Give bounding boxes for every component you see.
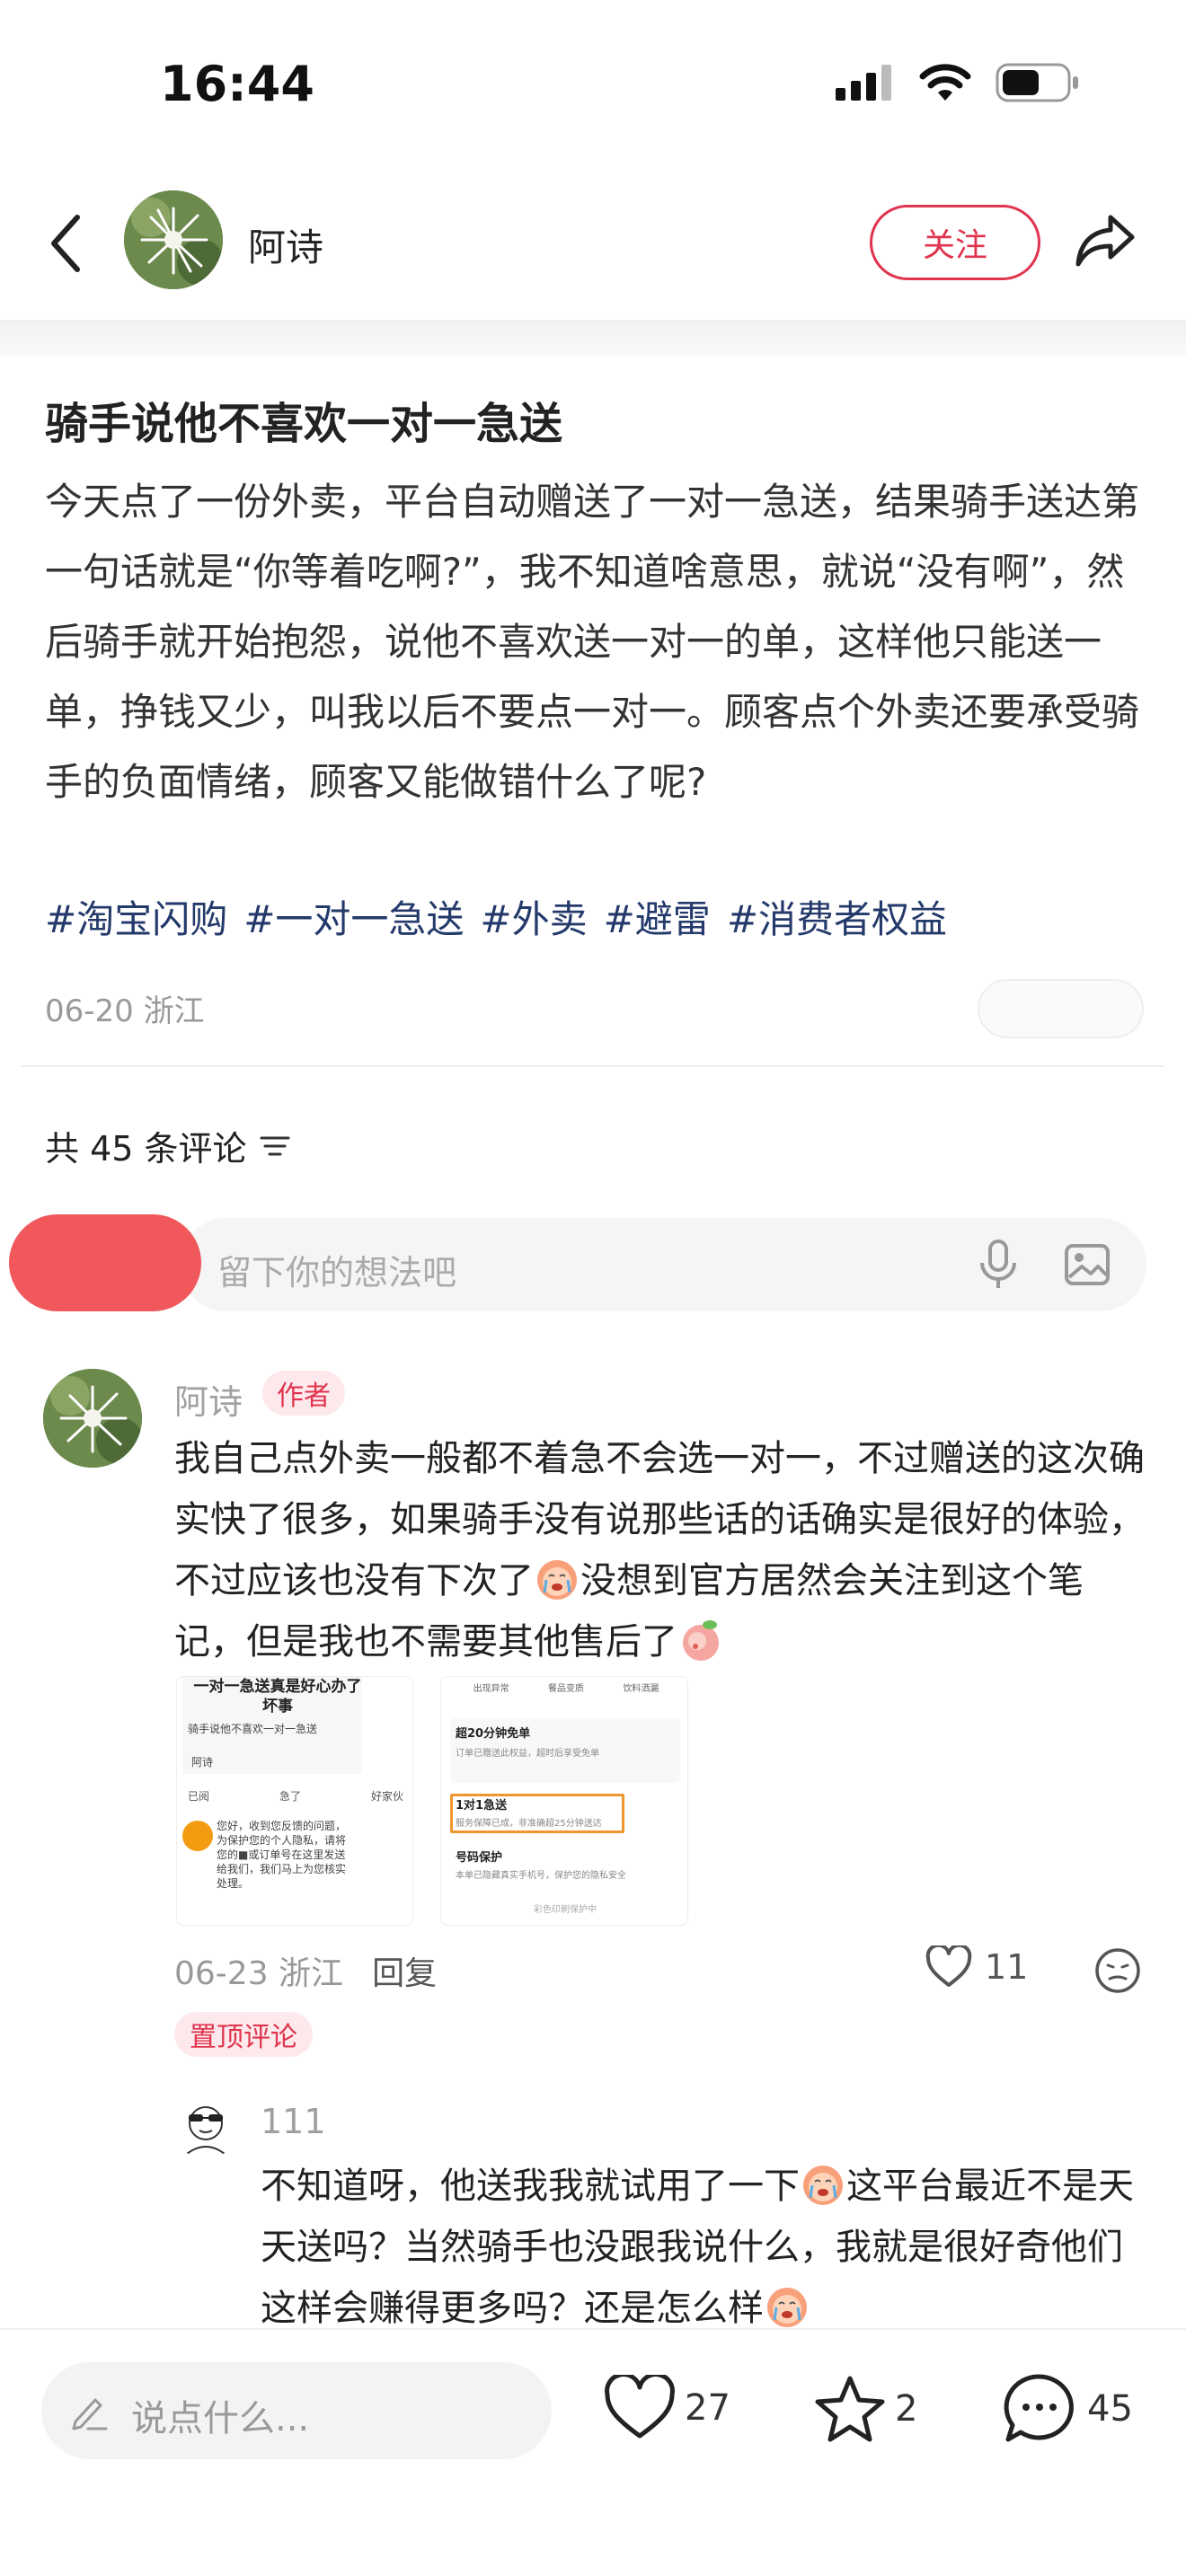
post-like-button[interactable]: 27 — [604, 2375, 730, 2441]
comment-like-count: 11 — [985, 1947, 1029, 1987]
post-comment-count: 45 — [1087, 2388, 1133, 2430]
author-name[interactable]: 阿诗 — [248, 217, 323, 272]
thumb-reaction: 已阅 — [188, 1790, 210, 1803]
section-divider — [22, 1065, 1164, 1067]
thumb-service-avatar — [182, 1821, 213, 1851]
post-favorite-button[interactable]: 2 — [814, 2375, 917, 2443]
pen-icon — [72, 2398, 108, 2430]
comment-bubble-icon — [1004, 2374, 1074, 2442]
thumb-tab: 出现异常 — [473, 1684, 509, 1694]
microphone-icon[interactable] — [978, 1239, 1019, 1290]
thumb-row-title: 号码保护 — [456, 1851, 503, 1865]
share-icon[interactable] — [1075, 212, 1137, 268]
thumb-tab: 饮料洒漏 — [623, 1684, 659, 1694]
follow-button[interactable]: 关注 — [870, 205, 1040, 280]
reply-button[interactable]: 回复 — [372, 1947, 437, 1994]
comment-input-placeholder: 留下你的想法吧 — [217, 1253, 457, 1292]
author-badge: 作者 — [262, 1371, 345, 1416]
commenter-name[interactable]: 阿诗 — [174, 1374, 243, 1424]
thumb-row-title: 超20分钟免单 — [456, 1727, 531, 1741]
post-comment-button[interactable]: 45 — [1003, 2373, 1133, 2445]
post-date-location: 06-20 浙江 — [45, 993, 205, 1029]
comment-count-label: 共 45 条评论 — [45, 1129, 247, 1169]
battery-icon — [996, 63, 1078, 102]
comment-like-button[interactable]: 11 — [925, 1945, 1028, 1989]
heart-icon — [925, 1945, 972, 1987]
tag-link[interactable]: #淘宝闪购 — [45, 889, 227, 944]
comment-count[interactable]: 共 45 条评论 — [45, 1121, 290, 1170]
reply-text-part: 不知道呀，他送我我就试用了一下 — [261, 2166, 800, 2207]
header-divider — [0, 320, 1186, 356]
status-time: 16:44 — [160, 56, 314, 112]
pinned-comment-tag: 置顶评论 — [174, 2012, 313, 2057]
thumb-reaction: 急了 — [279, 1790, 301, 1803]
thumb-footer: 彩色印刷保护中 — [534, 1905, 597, 1915]
tag-link[interactable]: #避雷 — [604, 889, 711, 944]
post-favorite-count: 2 — [895, 2388, 918, 2430]
heart-icon — [605, 2375, 675, 2439]
thumb-tab: 餐品变质 — [547, 1684, 584, 1694]
back-icon[interactable] — [47, 212, 83, 275]
thumb-user: 阿诗 — [191, 1756, 214, 1769]
redacted-avatar — [9, 1214, 201, 1311]
tag-link[interactable]: #消费者权益 — [727, 889, 947, 944]
post-body: 今天点了一份外卖，平台自动赠送了一对一急送，结果骑手送达第一句话就是“你等着吃啊… — [45, 480, 1140, 804]
thumb-row-sub: 服务保障已成，非准确超25分钟送达 — [456, 1819, 602, 1829]
comment-date-location: 06-23 浙江 — [174, 1955, 344, 1992]
thumb-subtitle: 骑手说他不喜欢一对一急送 — [188, 1723, 318, 1735]
image-icon[interactable] — [1064, 1243, 1111, 1286]
wifi-icon — [919, 64, 971, 101]
comment-image-thumbnail[interactable]: 一对一急送真是好心办了坏事 骑手说他不喜欢一对一急送 阿诗 已阅 急了 好家伙 … — [176, 1676, 413, 1926]
bottom-input-placeholder: 说点什么... — [131, 2398, 310, 2439]
sort-icon[interactable] — [260, 1133, 290, 1160]
dislike-face-icon[interactable] — [1094, 1947, 1141, 1994]
commenter-avatar[interactable] — [43, 1369, 142, 1468]
thumb-reaction: 好家伙 — [370, 1790, 403, 1803]
crying-emoji-icon — [803, 2166, 843, 2205]
status-icons — [836, 63, 1080, 102]
thumb-row-sub: 本单已隐藏真实手机号，保护您的隐私安全 — [456, 1871, 626, 1881]
comment-image-thumbnail[interactable]: 出现异常 餐品变质 饮料洒漏 超20分钟免单 订单已赠送此权益，超时后享受免单 … — [440, 1676, 688, 1926]
comment-text: 我自己点外卖一般都不着急不会选一对一，不过赠送的这次确实快了很多，如果骑手没有说… — [174, 1428, 1145, 1672]
crying-emoji-icon — [767, 2288, 807, 2327]
tag-link[interactable]: #一对一急送 — [243, 889, 464, 944]
post-title: 骑手说他不喜欢一对一急送 — [45, 399, 563, 449]
faded-pill-button[interactable] — [978, 979, 1144, 1038]
comment-meta: 06-23 浙江 回复 — [174, 1947, 437, 1994]
thumb-title: 一对一急送真是好心办了坏事 — [193, 1678, 362, 1716]
post-tags: #淘宝闪购 #一对一急送 #外卖 #避雷 #消费者权益 — [45, 889, 947, 944]
author-avatar[interactable] — [124, 190, 223, 289]
thumb-reply-text: 您好，收到您反馈的问题，为保护您的个人隐私，请将您的■或订单号在这里发送给我们，… — [217, 1820, 347, 1890]
star-icon — [815, 2376, 885, 2442]
reply-username[interactable]: 111 — [261, 2102, 326, 2141]
tag-link[interactable]: #外卖 — [480, 889, 587, 944]
thumb-row-sub: 订单已赠送此权益，超时后享受免单 — [456, 1749, 599, 1759]
reply-avatar[interactable] — [174, 2096, 237, 2159]
post-like-count: 27 — [685, 2387, 730, 2429]
peach-emoji-icon — [683, 1620, 719, 1661]
signal-icon — [836, 65, 891, 101]
thumb-row-title: 1对1急送 — [456, 1799, 508, 1813]
crying-emoji-icon — [537, 1560, 577, 1600]
reply-text: 不知道呀，他送我我就试用了一下 这平台最近不是天天送吗？当然骑手也没跟我说什么，我… — [261, 2156, 1150, 2339]
